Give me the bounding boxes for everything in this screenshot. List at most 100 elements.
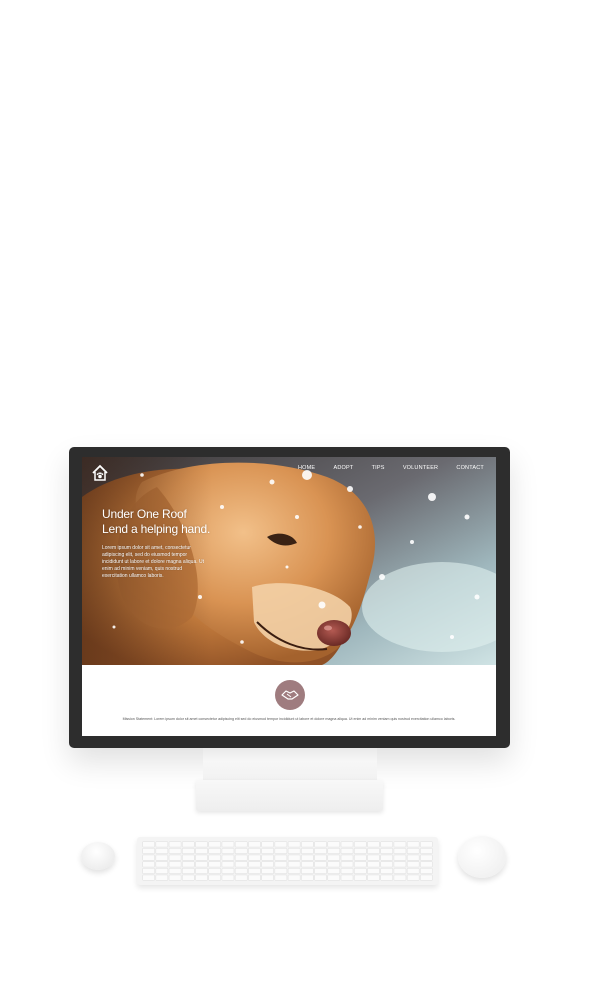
nav-item-contact[interactable]: CONTACT bbox=[456, 465, 484, 471]
keyboard-key bbox=[406, 861, 420, 868]
keyboard-key bbox=[420, 854, 433, 861]
keyboard-key bbox=[195, 874, 208, 881]
keyboard-key bbox=[274, 841, 288, 848]
keyboard-key bbox=[221, 874, 235, 881]
keyboard-key bbox=[367, 868, 380, 874]
keyboard-key bbox=[301, 841, 314, 848]
keyboard-key bbox=[221, 848, 235, 854]
keyboard-key bbox=[168, 848, 182, 854]
keyboard-key bbox=[234, 868, 248, 874]
keyboard-key bbox=[301, 848, 314, 854]
keyboard-key bbox=[208, 848, 222, 854]
keyboard-key bbox=[234, 861, 248, 868]
keyboard-key bbox=[287, 841, 301, 848]
keyboard-key bbox=[301, 861, 314, 868]
keyboard-key bbox=[340, 854, 354, 861]
keyboard-key bbox=[367, 848, 380, 854]
keyboard-key bbox=[340, 848, 354, 854]
keyboard-key bbox=[353, 874, 367, 881]
monitor: HOME ADOPT TIPS VOLUNTEER CONTACT Under … bbox=[69, 447, 510, 748]
keyboard-key bbox=[327, 854, 341, 861]
nav-item-tips[interactable]: TIPS bbox=[372, 465, 385, 471]
keyboard-key bbox=[261, 848, 274, 854]
keyboard-key bbox=[287, 868, 301, 874]
keyboard-key bbox=[142, 874, 155, 881]
keyboard-key bbox=[340, 841, 354, 848]
keyboard-key bbox=[182, 874, 195, 881]
keyboard-key bbox=[393, 841, 407, 848]
keyboard-key bbox=[208, 861, 222, 868]
keyboard-key bbox=[248, 868, 261, 874]
hero-title-line-1: Under One Roof bbox=[102, 507, 187, 521]
keyboard-key bbox=[142, 861, 155, 868]
keyboard-key bbox=[420, 874, 433, 881]
keyboard bbox=[137, 837, 438, 885]
keyboard-key bbox=[301, 854, 314, 861]
keyboard-key bbox=[380, 848, 393, 854]
keyboard-key bbox=[221, 841, 235, 848]
keyboard-key bbox=[287, 874, 301, 881]
keyboard-key bbox=[234, 848, 248, 854]
keyboard-key bbox=[261, 861, 274, 868]
paw-house-logo-icon[interactable] bbox=[91, 464, 109, 482]
keyboard-key bbox=[195, 854, 208, 861]
keyboard-key bbox=[353, 868, 367, 874]
keyboard-key bbox=[287, 848, 301, 854]
nav-item-home[interactable]: HOME bbox=[298, 465, 315, 471]
keyboard-key bbox=[208, 868, 222, 874]
keyboard-key bbox=[248, 854, 261, 861]
keyboard-key bbox=[406, 874, 420, 881]
keyboard-key bbox=[353, 841, 367, 848]
keyboard-key bbox=[155, 868, 169, 874]
keyboard-key bbox=[367, 841, 380, 848]
monitor-stand-neck bbox=[203, 748, 377, 782]
mission-statement: Mission Statement: Lorem ipsum dolor sit… bbox=[122, 717, 456, 721]
keyboard-key bbox=[168, 868, 182, 874]
keyboard-key bbox=[168, 841, 182, 848]
keyboard-key bbox=[393, 874, 407, 881]
hero-title-line-2: Lend a helping hand. bbox=[102, 521, 211, 536]
desk-scene: HOME ADOPT TIPS VOLUNTEER CONTACT Under … bbox=[0, 0, 600, 999]
keyboard-key bbox=[367, 874, 380, 881]
keyboard-key bbox=[221, 868, 235, 874]
keyboard-key bbox=[274, 868, 288, 874]
nav-item-adopt[interactable]: ADOPT bbox=[333, 465, 353, 471]
keyboard-key bbox=[380, 868, 393, 874]
keyboard-key bbox=[142, 848, 155, 854]
hero-title: Under One Roof Lend a helping hand. bbox=[102, 507, 210, 536]
hero-body-text: Lorem ipsum dolor sit amet, consectetur … bbox=[102, 545, 205, 579]
handshake-icon bbox=[275, 680, 305, 710]
website-screen: HOME ADOPT TIPS VOLUNTEER CONTACT Under … bbox=[82, 457, 496, 736]
keyboard-key bbox=[221, 854, 235, 861]
keyboard-key bbox=[182, 841, 195, 848]
keyboard-key bbox=[327, 874, 341, 881]
keyboard-key bbox=[274, 874, 288, 881]
keyboard-key bbox=[340, 861, 354, 868]
keyboard-key bbox=[327, 861, 341, 868]
keyboard-key bbox=[195, 841, 208, 848]
keyboard-key bbox=[234, 874, 248, 881]
keyboard-key bbox=[142, 841, 155, 848]
keyboard-key bbox=[195, 848, 208, 854]
keyboard-key bbox=[287, 861, 301, 868]
keyboard-key bbox=[314, 848, 327, 854]
keyboard-key bbox=[208, 854, 222, 861]
keyboard-key bbox=[327, 868, 341, 874]
keyboard-key bbox=[327, 848, 341, 854]
keyboard-key bbox=[393, 854, 407, 861]
keyboard-key bbox=[380, 861, 393, 868]
keyboard-key bbox=[314, 868, 327, 874]
keyboard-key bbox=[340, 874, 354, 881]
keyboard-key bbox=[314, 874, 327, 881]
dial-accessory bbox=[81, 842, 115, 870]
keyboard-key bbox=[314, 861, 327, 868]
nav-item-volunteer[interactable]: VOLUNTEER bbox=[403, 465, 438, 471]
keyboard-key bbox=[234, 854, 248, 861]
keyboard-key bbox=[261, 874, 274, 881]
keyboard-key bbox=[248, 848, 261, 854]
keyboard-key bbox=[367, 861, 380, 868]
keyboard-key bbox=[182, 861, 195, 868]
keyboard-key bbox=[406, 868, 420, 874]
keyboard-key bbox=[340, 868, 354, 874]
keyboard-key bbox=[208, 874, 222, 881]
